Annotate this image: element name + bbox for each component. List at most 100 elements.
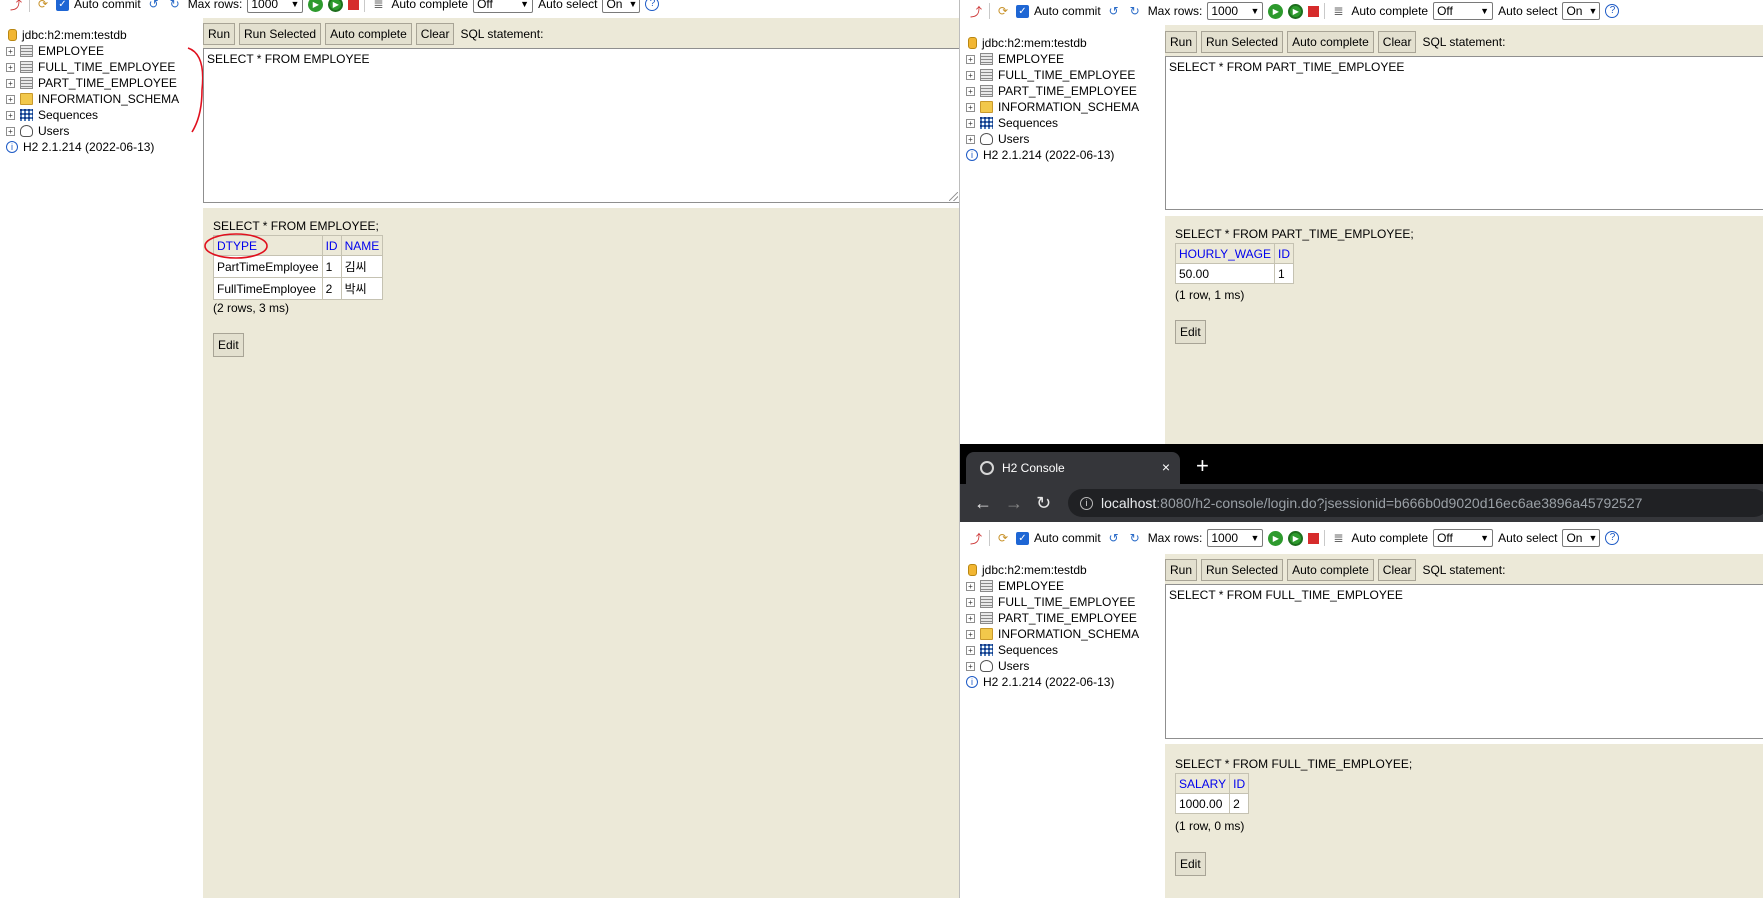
tree-connection[interactable]: jdbc:h2:mem:testdb	[960, 562, 1165, 578]
clear-button[interactable]: Clear	[1377, 559, 1417, 581]
disconnect-icon[interactable]: ⤴	[8, 0, 24, 12]
auto-commit-checkbox[interactable]: ✓	[56, 0, 69, 11]
expand-icon[interactable]: +	[6, 126, 15, 136]
run-selected-icon[interactable]: ▶	[328, 0, 344, 12]
tree-item-information-schema[interactable]: + INFORMATION_SCHEMA	[960, 626, 1165, 642]
browser-tab[interactable]: H2 Console ×	[966, 452, 1180, 484]
auto-complete-select[interactable]: Off ▼	[1433, 2, 1494, 20]
tree-item-sequences[interactable]: + Sequences	[960, 642, 1165, 658]
auto-complete-button[interactable]: Auto complete	[1287, 559, 1374, 581]
expand-icon[interactable]: +	[966, 581, 975, 591]
tree-connection[interactable]: jdbc:h2:mem:testdb	[0, 27, 205, 43]
auto-select-select[interactable]: On ▼	[1562, 529, 1601, 547]
forward-icon[interactable]: →	[1005, 493, 1023, 514]
rollback-icon[interactable]: ↻	[167, 0, 183, 12]
tree-connection[interactable]: jdbc:h2:mem:testdb	[960, 35, 1165, 51]
address-bar[interactable]: i localhost:8080/h2-console/login.do?jse…	[1068, 489, 1763, 517]
clear-button[interactable]: Clear	[1377, 31, 1417, 53]
history-icon[interactable]: ≣	[1330, 530, 1346, 546]
column-header[interactable]: ID	[321, 235, 342, 256]
auto-complete-select[interactable]: Off ▼	[1433, 529, 1494, 547]
clear-button[interactable]: Clear	[415, 23, 455, 45]
tree-item-users[interactable]: + Users	[960, 658, 1165, 674]
tree-item-users[interactable]: + Users	[960, 131, 1165, 147]
column-header[interactable]: NAME	[340, 235, 384, 256]
tree-item-sequences[interactable]: + Sequences	[960, 115, 1165, 131]
close-icon[interactable]: ×	[1162, 459, 1170, 475]
refresh-icon[interactable]: ⟳	[35, 0, 51, 12]
tree-item-full-time-employee[interactable]: + FULL_TIME_EMPLOYEE	[960, 594, 1165, 610]
edit-button[interactable]: Edit	[1175, 320, 1206, 344]
disconnect-icon[interactable]: ⤴	[968, 3, 984, 19]
expand-icon[interactable]: +	[966, 102, 975, 112]
column-header[interactable]: SALARY	[1174, 773, 1231, 794]
sql-editor[interactable]: SELECT * FROM PART_TIME_EMPLOYEE	[1165, 56, 1763, 210]
tree-item-information-schema[interactable]: + INFORMATION_SCHEMA	[0, 91, 205, 107]
commit-icon[interactable]: ↺	[146, 0, 162, 12]
column-header[interactable]: DTYPE	[213, 235, 323, 256]
refresh-icon[interactable]: ⟳	[995, 530, 1011, 546]
edit-button[interactable]: Edit	[1175, 852, 1206, 876]
run-button[interactable]: Run	[1165, 31, 1198, 53]
expand-icon[interactable]: +	[966, 86, 975, 96]
tree-item-information-schema[interactable]: + INFORMATION_SCHEMA	[960, 99, 1165, 115]
auto-complete-button[interactable]: Auto complete	[325, 23, 412, 45]
tree-item-sequences[interactable]: + Sequences	[0, 107, 205, 123]
refresh-icon[interactable]: ⟳	[995, 3, 1011, 19]
commit-icon[interactable]: ↺	[1106, 3, 1122, 19]
tree-item-users[interactable]: + Users	[0, 123, 205, 139]
expand-icon[interactable]: +	[966, 613, 975, 623]
tree-item-part-time-employee[interactable]: + PART_TIME_EMPLOYEE	[960, 83, 1165, 99]
expand-icon[interactable]: +	[966, 134, 975, 144]
max-rows-select[interactable]: 1000 ▼	[1207, 2, 1264, 20]
history-icon[interactable]: ≣	[370, 0, 386, 12]
expand-icon[interactable]: +	[6, 94, 15, 104]
auto-complete-select[interactable]: Off ▼	[473, 0, 534, 13]
run-button[interactable]: Run	[1165, 559, 1198, 581]
tree-item-employee[interactable]: + EMPLOYEE	[960, 51, 1165, 67]
max-rows-select[interactable]: 1000 ▼	[1207, 529, 1264, 547]
run-icon[interactable]: ▶	[308, 0, 324, 12]
column-header[interactable]: ID	[1274, 243, 1295, 264]
expand-icon[interactable]: +	[966, 54, 975, 64]
tree-item-part-time-employee[interactable]: + PART_TIME_EMPLOYEE	[0, 75, 205, 91]
column-header[interactable]: HOURLY_WAGE	[1174, 243, 1276, 264]
help-icon[interactable]: ?	[645, 0, 660, 11]
expand-icon[interactable]: +	[6, 110, 15, 120]
max-rows-select[interactable]: 1000 ▼	[247, 0, 304, 13]
help-icon[interactable]: ?	[1605, 4, 1620, 18]
auto-select-select[interactable]: On ▼	[1562, 2, 1601, 20]
expand-icon[interactable]: +	[966, 661, 975, 671]
stop-icon[interactable]	[1308, 532, 1320, 544]
resize-grip-icon[interactable]	[949, 192, 958, 201]
run-icon[interactable]: ▶	[1268, 530, 1284, 546]
expand-icon[interactable]: +	[966, 597, 975, 607]
sql-editor[interactable]: SELECT * FROM EMPLOYEE	[203, 48, 960, 203]
edit-button[interactable]: Edit	[213, 333, 244, 357]
run-selected-icon[interactable]: ▶	[1288, 530, 1304, 546]
expand-icon[interactable]: +	[966, 70, 975, 80]
commit-icon[interactable]: ↺	[1106, 530, 1122, 546]
expand-icon[interactable]: +	[6, 78, 15, 88]
sql-editor[interactable]: SELECT * FROM FULL_TIME_EMPLOYEE	[1165, 584, 1763, 739]
expand-icon[interactable]: +	[6, 62, 15, 72]
rollback-icon[interactable]: ↻	[1127, 530, 1143, 546]
stop-icon[interactable]	[348, 0, 360, 10]
expand-icon[interactable]: +	[6, 46, 15, 56]
tree-item-part-time-employee[interactable]: + PART_TIME_EMPLOYEE	[960, 610, 1165, 626]
reload-icon[interactable]: ↻	[1036, 493, 1051, 514]
back-icon[interactable]: ←	[974, 493, 992, 514]
auto-select-select[interactable]: On ▼	[602, 0, 641, 13]
auto-complete-button[interactable]: Auto complete	[1287, 31, 1374, 53]
run-button[interactable]: Run	[203, 23, 236, 45]
site-info-icon[interactable]: i	[1080, 496, 1093, 510]
run-selected-icon[interactable]: ▶	[1288, 3, 1304, 19]
run-selected-button[interactable]: Run Selected	[239, 23, 322, 45]
auto-commit-checkbox[interactable]: ✓	[1016, 531, 1029, 545]
tree-item-full-time-employee[interactable]: + FULL_TIME_EMPLOYEE	[0, 59, 205, 75]
run-icon[interactable]: ▶	[1268, 3, 1284, 19]
rollback-icon[interactable]: ↻	[1127, 3, 1143, 19]
column-header[interactable]: ID	[1229, 773, 1250, 794]
new-tab-icon[interactable]: +	[1196, 453, 1209, 479]
auto-commit-checkbox[interactable]: ✓	[1016, 4, 1029, 18]
